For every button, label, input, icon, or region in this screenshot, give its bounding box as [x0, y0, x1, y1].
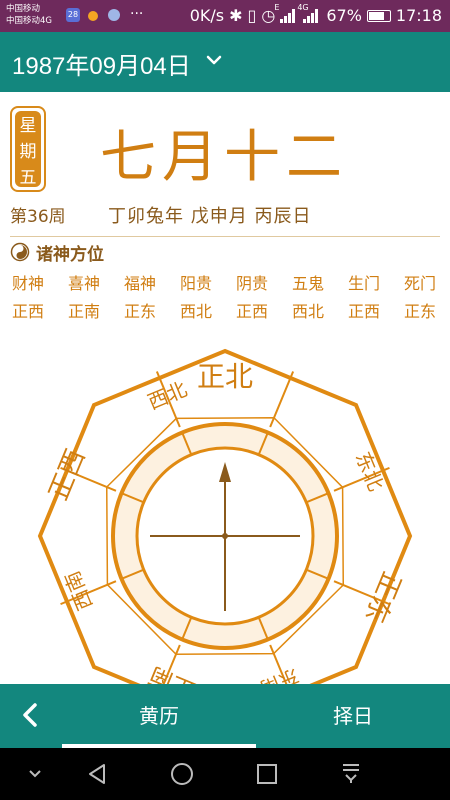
app-bar: 1987年09月04日 — [0, 32, 450, 92]
god-direction: 正西 — [11, 302, 44, 321]
hide-nav-icon[interactable] — [26, 762, 44, 786]
notification-pull-icon[interactable] — [340, 762, 362, 786]
compass-icon — [10, 242, 30, 262]
week-number: 第36周 — [10, 207, 66, 227]
god-name: 喜神 — [67, 274, 100, 293]
god-item: 阳贵 西北 — [172, 272, 220, 324]
tab-almanac[interactable]: 黄历 — [62, 684, 256, 748]
carrier-info: 中国移动 中国移动4G — [6, 3, 52, 27]
alarm-icon: ◷ — [261, 6, 276, 25]
lunar-date: 七月十二 — [100, 125, 348, 190]
system-navigation-bar — [0, 748, 450, 800]
battery-icon — [366, 9, 391, 22]
god-item: 阴贵 正西 — [228, 272, 276, 324]
bluetooth-icon: ✱ — [229, 6, 243, 25]
signal-icon-1: E — [274, 3, 298, 23]
date-selector[interactable]: 1987年09月04日 — [12, 46, 191, 81]
god-name: 阴贵 — [235, 274, 268, 293]
gods-section-header: 诸神方位 — [10, 241, 104, 265]
carrier-1: 中国移动 — [6, 4, 41, 14]
god-name: 阳贵 — [179, 274, 212, 293]
compass-center — [222, 533, 228, 539]
home-icon[interactable] — [170, 762, 194, 786]
status-icons: 0K/s ✱ ▯ ◷ E 4G 67% 17:18 — [189, 3, 442, 26]
bottom-tab-bar: 黄历 择日 — [0, 684, 450, 748]
notification-browser-icon — [108, 9, 120, 21]
more-notifications-icon: ··· — [130, 6, 144, 22]
god-name: 五鬼 — [291, 274, 324, 293]
divider — [10, 236, 440, 237]
god-direction: 西北 — [291, 302, 324, 321]
vibrate-icon: ▯ — [247, 6, 257, 25]
god-name: 福神 — [123, 274, 156, 293]
god-item: 生门 正西 — [340, 272, 388, 324]
god-direction: 正西 — [235, 302, 268, 321]
weekday-char-3: 五 — [19, 168, 37, 188]
notification-badge-icon: 28 — [66, 8, 80, 22]
carrier-2: 中国移动4G — [6, 16, 52, 26]
ganzhi-date: 丁卯兔年 戊申月 丙辰日 — [108, 206, 312, 227]
direction-compass: 正北 西北 东北 正西 正东 西南 东南 正南 — [0, 336, 450, 684]
gods-directions-list: 财神 正西 喜神 正南 福神 正东 阳贵 西北 阴贵 正西 五鬼 西北 生门 正… — [0, 272, 450, 330]
god-name: 死门 — [403, 274, 436, 293]
recents-icon[interactable] — [256, 762, 278, 786]
battery-percent: 67% — [326, 6, 362, 25]
god-item: 死门 正东 — [396, 272, 444, 324]
weekday-char-2: 期 — [19, 142, 37, 162]
signal-icon-2: 4G — [297, 3, 321, 23]
compass-graphic: 正北 西北 东北 正西 正东 西南 东南 正南 — [37, 348, 413, 684]
direction-north: 正北 — [197, 360, 253, 393]
clock: 17:18 — [395, 6, 442, 25]
tab-date-selection[interactable]: 择日 — [256, 684, 450, 748]
network-speed: 0K/s — [189, 6, 225, 25]
weekday-char-1: 星 — [19, 116, 37, 136]
god-direction: 正东 — [123, 302, 156, 321]
chevron-down-icon[interactable] — [206, 52, 222, 68]
god-direction: 正西 — [347, 302, 380, 321]
back-icon[interactable] — [86, 762, 108, 786]
god-item: 财神 正西 — [4, 272, 52, 324]
god-direction: 正南 — [67, 302, 100, 321]
god-direction: 正东 — [403, 302, 436, 321]
status-bar: 中国移动 中国移动4G 28 ··· 0K/s ✱ ▯ ◷ E 4G 67% 1… — [0, 0, 450, 32]
god-name: 生门 — [347, 274, 380, 293]
god-item: 喜神 正南 — [60, 272, 108, 324]
god-item: 福神 正东 — [116, 272, 164, 324]
back-arrow-icon[interactable] — [18, 702, 44, 728]
god-name: 财神 — [11, 274, 44, 293]
god-direction: 西北 — [179, 302, 212, 321]
notification-app-icon — [88, 11, 98, 21]
god-item: 五鬼 西北 — [284, 272, 332, 324]
gods-section-title: 诸神方位 — [36, 244, 104, 265]
weekday-badge: 星 期 五 — [10, 106, 46, 192]
